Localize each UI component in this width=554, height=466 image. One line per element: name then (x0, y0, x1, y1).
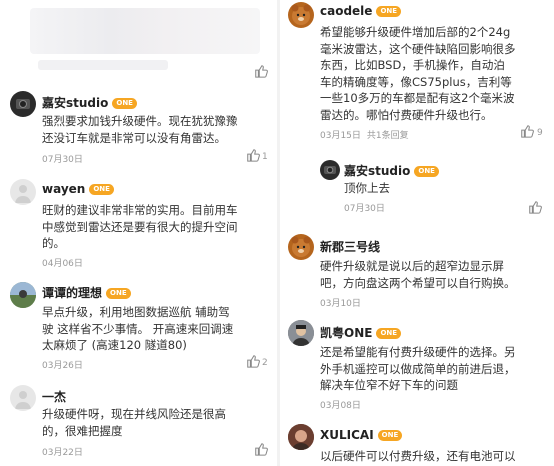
like-icon[interactable] (254, 442, 268, 456)
avatar[interactable] (10, 282, 36, 308)
comment-date: 04月06日 (42, 259, 83, 269)
comment-date: 03月22日 (42, 448, 83, 458)
like-icon[interactable] (246, 354, 260, 368)
like-icon[interactable] (254, 64, 268, 78)
one-badge: ONE (414, 166, 439, 177)
comment-meta: 03月15日 共1条回复 (320, 128, 409, 141)
username[interactable]: 嘉安studio ONE (42, 94, 137, 111)
username[interactable]: 凯粤ONE ONE (320, 324, 402, 341)
comment-text: 以后硬件可以付费升级，还有电池可以 (320, 449, 516, 463)
comment-column-right: caodele ONE 希望能够升级硬件增加后部的2个24g 毫米波雷达，这个硬件… (282, 0, 554, 466)
comment-date: 03月26日 (42, 361, 83, 371)
one-badge: ONE (376, 328, 402, 339)
like-count: 1 (262, 152, 268, 162)
comment-text: 还是希望能有付费升级硬件的选择。另 外手机遥控可以做成简单的前进后退， 解决车位… (320, 345, 516, 392)
avatar[interactable] (288, 424, 314, 450)
one-badge: ONE (89, 184, 114, 195)
blurred-comment-meta (38, 60, 168, 70)
comment-text: 希望能够升级硬件增加后部的2个24g 毫米波雷达，这个硬件缺陷回影响很多 东西，… (320, 25, 516, 122)
avatar[interactable] (10, 91, 36, 117)
avatar[interactable] (288, 234, 314, 260)
avatar[interactable] (288, 2, 314, 28)
one-badge: ONE (376, 6, 402, 17)
username[interactable]: 新郡三号线 (320, 238, 380, 255)
comment-text: 顶你上去 (344, 181, 390, 195)
comment-text: 升级硬件呀，现在并线风险还是很高 的，很难把握度 (42, 407, 226, 438)
like-icon[interactable] (528, 200, 542, 214)
comment-date: 03月10日 (320, 299, 361, 309)
username[interactable]: 谭谭的理想 ONE (42, 284, 131, 301)
blurred-comment-text (30, 8, 260, 54)
comment-column-left: 嘉安studio ONE 强烈要求加钱升级硬件。现在犹犹豫豫 还没订车就是非常可以… (0, 0, 275, 466)
username[interactable]: caodele ONE (320, 4, 402, 18)
username[interactable]: XULICAI ONE (320, 428, 403, 442)
avatar[interactable] (10, 179, 36, 205)
comment-text: 早点升级，利用地图数据巡航 辅助驾 驶 这样省不少事情。 开高速来回调速 太麻烦… (42, 305, 234, 352)
like-count: 2 (262, 358, 268, 368)
comment-date: 07月30日 (42, 155, 83, 165)
one-badge: ONE (112, 98, 137, 109)
avatar[interactable] (320, 160, 340, 180)
comment-text: 旺财的建议非常非常的实用。目前用车 中感觉到雷达还是要有很大的提升空间 的。 (42, 203, 238, 250)
username[interactable]: 嘉安studio ONE (344, 162, 439, 179)
column-divider (277, 0, 280, 466)
comment-date: 03月15日 (320, 131, 361, 141)
comment-text: 硬件升级就是说以后的超窄边显示屏 吧，方向盘这两个希望可以自行购换。 (320, 259, 516, 290)
comment-text: 强烈要求加钱升级硬件。现在犹犹豫豫 还没订车就是非常可以没有角雷达。 (42, 114, 238, 145)
comment-date: 03月08日 (320, 401, 361, 411)
reply-count-link[interactable]: 共1条回复 (367, 131, 409, 141)
avatar[interactable] (10, 385, 36, 411)
username[interactable]: wayen ONE (42, 182, 114, 196)
comment-date: 07月30日 (344, 204, 385, 214)
like-icon[interactable] (520, 124, 534, 138)
username[interactable]: 一杰 (42, 388, 66, 405)
avatar[interactable] (288, 320, 314, 346)
like-count: 9 (537, 128, 543, 138)
like-icon[interactable] (246, 148, 260, 162)
one-badge: ONE (377, 430, 403, 441)
one-badge: ONE (106, 288, 131, 299)
